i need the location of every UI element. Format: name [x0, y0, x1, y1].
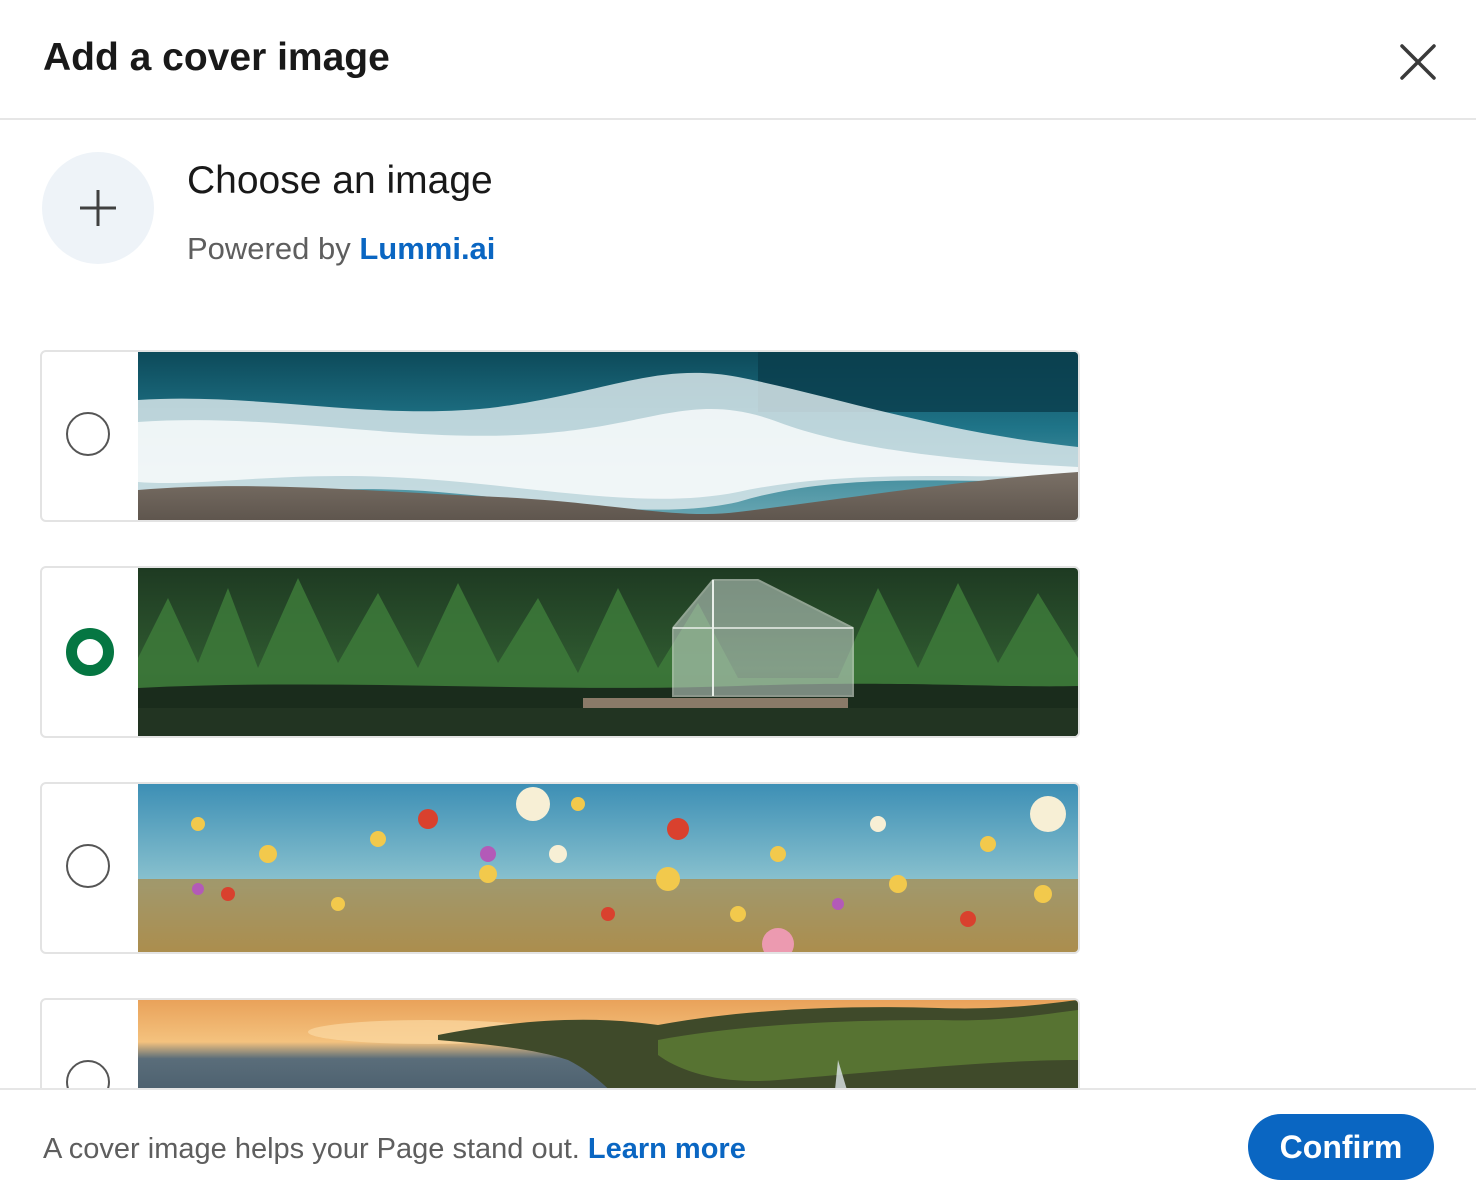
- radio-button-selected[interactable]: [66, 628, 114, 676]
- dialog-body: Choose an image Powered by Lummi.ai: [0, 120, 1476, 1088]
- choose-image-label: Choose an image: [187, 159, 493, 202]
- add-image-button[interactable]: [42, 152, 154, 264]
- choose-image-section: Choose an image Powered by Lummi.ai: [42, 152, 602, 266]
- close-icon: [1400, 44, 1436, 80]
- cover-image-dialog: Add a cover image Choose an image Powere…: [0, 0, 1476, 1198]
- cover-option-ocean[interactable]: [40, 350, 1080, 522]
- plus-icon: [80, 190, 116, 226]
- cover-option-coast[interactable]: [40, 998, 1080, 1088]
- radio-button[interactable]: [66, 1060, 110, 1088]
- footer-hint: A cover image helps your Page stand out.…: [43, 1131, 746, 1167]
- powered-by-prefix: Powered by: [187, 231, 360, 266]
- radio-button[interactable]: [66, 412, 110, 456]
- forest-cabin-image: [138, 568, 1078, 736]
- radio-zone: [42, 784, 138, 952]
- confirm-button[interactable]: Confirm: [1248, 1114, 1434, 1180]
- footer-hint-text: A cover image helps your Page stand out.: [43, 1133, 588, 1165]
- learn-more-link[interactable]: Learn more: [588, 1133, 746, 1165]
- wildflowers-image: [138, 784, 1078, 952]
- dialog-title: Add a cover image: [43, 36, 390, 79]
- close-button[interactable]: [1392, 36, 1444, 88]
- ocean-waves-image: [138, 352, 1078, 520]
- lummi-link[interactable]: Lummi.ai: [359, 231, 495, 266]
- cover-option-forest[interactable]: [40, 566, 1080, 738]
- radio-zone: [42, 568, 138, 736]
- coastal-sunset-image: [138, 1000, 1078, 1088]
- radio-zone: [42, 352, 138, 520]
- dialog-footer: A cover image helps your Page stand out.…: [0, 1088, 1476, 1198]
- powered-by-text: Powered by Lummi.ai: [187, 230, 495, 268]
- radio-zone: [42, 1000, 138, 1088]
- radio-button[interactable]: [66, 844, 110, 888]
- cover-option-flowers[interactable]: [40, 782, 1080, 954]
- dialog-header: Add a cover image: [0, 0, 1476, 120]
